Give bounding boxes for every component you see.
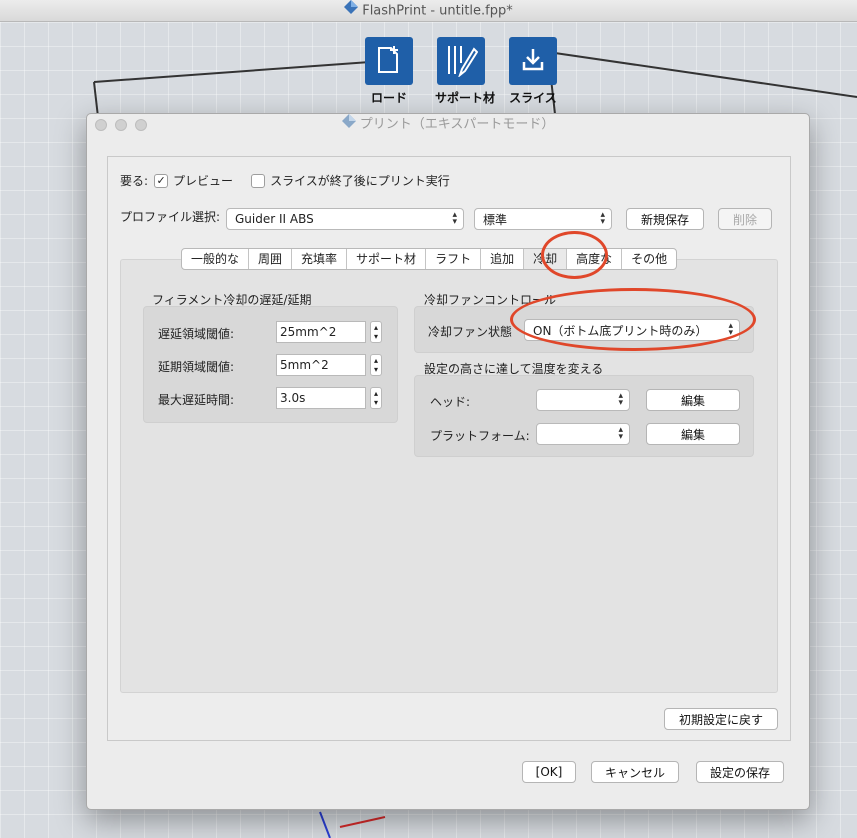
fan-state-select[interactable]: ON（ボトム底プリント時のみ） ▴ ▾	[524, 319, 740, 341]
delay-area-threshold-label: 遅延領域閾値:	[158, 327, 235, 341]
postpone-area-threshold-label: 延期領域閾値:	[158, 360, 235, 374]
postpone-area-threshold-stepper[interactable]: ▴ ▾	[370, 354, 382, 376]
profile-value: Guider II ABS	[235, 212, 314, 226]
fan-state-value: ON（ボトム底プリント時のみ）	[533, 323, 708, 338]
settings-panel: 要る: ✓ プレビュー スライスが終了後にプリント実行 プロファイル選択: Gu…	[107, 156, 791, 741]
load-button[interactable]	[365, 37, 413, 85]
updown-chevron-icon: ▴ ▾	[618, 425, 623, 442]
window-controls	[95, 119, 147, 131]
tab-cooling[interactable]: 冷却	[524, 249, 568, 269]
print-after-slice-label: スライスが終了後にプリント実行	[270, 174, 450, 188]
app-title: FlashPrint - untitle.fpp*	[362, 3, 513, 19]
tab-raft[interactable]: ラフト	[426, 249, 482, 269]
platform-edit-button[interactable]: 編集	[646, 423, 740, 445]
delete-button[interactable]: 削除	[718, 208, 772, 230]
head-select[interactable]: ▴ ▾	[536, 389, 630, 411]
quality-value: 標準	[483, 212, 508, 227]
profile-row: プロファイル選択:	[120, 208, 220, 225]
tab-perimeter[interactable]: 周囲	[249, 249, 293, 269]
slice-button[interactable]	[509, 37, 557, 85]
ok-button[interactable]: [OK]	[522, 761, 576, 783]
tab-general[interactable]: 一般的な	[182, 249, 250, 269]
tab-advanced[interactable]: 高度な	[567, 249, 623, 269]
main-toolbar: ロード サポート材 スライス	[363, 37, 559, 106]
delay-area-threshold-stepper[interactable]: ▴ ▾	[370, 321, 382, 343]
max-delay-time-stepper[interactable]: ▴ ▾	[370, 387, 382, 409]
slice-label: スライス	[509, 91, 557, 105]
slice-tool[interactable]: スライス	[507, 37, 559, 106]
dialog-title: プリント（エキスパートモード）	[359, 117, 555, 132]
save-settings-button[interactable]: 設定の保存	[696, 761, 784, 783]
support-tool[interactable]: サポート材	[435, 37, 496, 106]
head-label: ヘッド:	[430, 395, 471, 409]
needs-label: 要る:	[120, 174, 149, 188]
updown-chevron-icon: ▴ ▾	[452, 210, 457, 227]
preview-label: プレビュー	[173, 174, 234, 188]
zoom-window-button[interactable]	[135, 119, 147, 131]
quality-select[interactable]: 標準 ▴ ▾	[474, 208, 612, 230]
max-delay-time-label: 最大遅延時間:	[158, 393, 235, 407]
settings-tabs: 一般的な 周囲 充填率 サポート材 ラフト 追加 冷却 高度な その他	[181, 248, 678, 270]
support-button[interactable]	[437, 37, 485, 85]
tab-infill[interactable]: 充填率	[292, 249, 348, 269]
cancel-button[interactable]: キャンセル	[591, 761, 679, 783]
print-expert-dialog: プリント（エキスパートモード） 要る: ✓ プレビュー スライスが終了後にプリン…	[86, 113, 810, 810]
load-label: ロード	[370, 91, 407, 105]
postpone-area-threshold-input[interactable]: 5mm^2	[276, 354, 366, 376]
app-title-bar: FlashPrint - untitle.fpp*	[0, 0, 857, 22]
profile-label: プロファイル選択:	[120, 210, 221, 224]
max-delay-time-input[interactable]: 3.0s	[276, 387, 366, 409]
platform-select[interactable]: ▴ ▾	[536, 423, 630, 445]
reset-defaults-button[interactable]: 初期設定に戻す	[664, 708, 778, 730]
head-edit-button[interactable]: 編集	[646, 389, 740, 411]
updown-chevron-icon: ▴ ▾	[600, 210, 605, 227]
slice-icon	[519, 46, 547, 77]
profile-select[interactable]: Guider II ABS ▴ ▾	[226, 208, 464, 230]
dialog-title-bar: プリント（エキスパートモード）	[87, 114, 809, 136]
close-window-button[interactable]	[95, 119, 107, 131]
support-icon	[444, 43, 479, 80]
preview-checkbox[interactable]: ✓	[154, 173, 169, 188]
minimize-window-button[interactable]	[115, 119, 127, 131]
fan-state-label: 冷却ファン状態	[428, 325, 513, 339]
flashprint-logo-icon	[341, 114, 360, 132]
support-label: サポート材	[435, 91, 496, 105]
delay-area-threshold-input[interactable]: 25mm^2	[276, 321, 366, 343]
platform-label: プラットフォーム:	[430, 429, 530, 443]
tab-additions[interactable]: 追加	[481, 249, 525, 269]
needs-row: 要る: ✓ プレビュー スライスが終了後にプリント実行	[120, 172, 450, 189]
print-after-slice-checkbox[interactable]	[251, 173, 266, 188]
file-add-icon	[376, 45, 402, 78]
new-save-button[interactable]: 新規保存	[626, 208, 704, 230]
updown-chevron-icon: ▴ ▾	[728, 321, 733, 338]
tab-support[interactable]: サポート材	[347, 249, 427, 269]
flashprint-logo-icon	[344, 0, 359, 22]
updown-chevron-icon: ▴ ▾	[618, 391, 623, 408]
tab-others[interactable]: その他	[622, 249, 676, 269]
load-tool[interactable]: ロード	[363, 37, 415, 106]
